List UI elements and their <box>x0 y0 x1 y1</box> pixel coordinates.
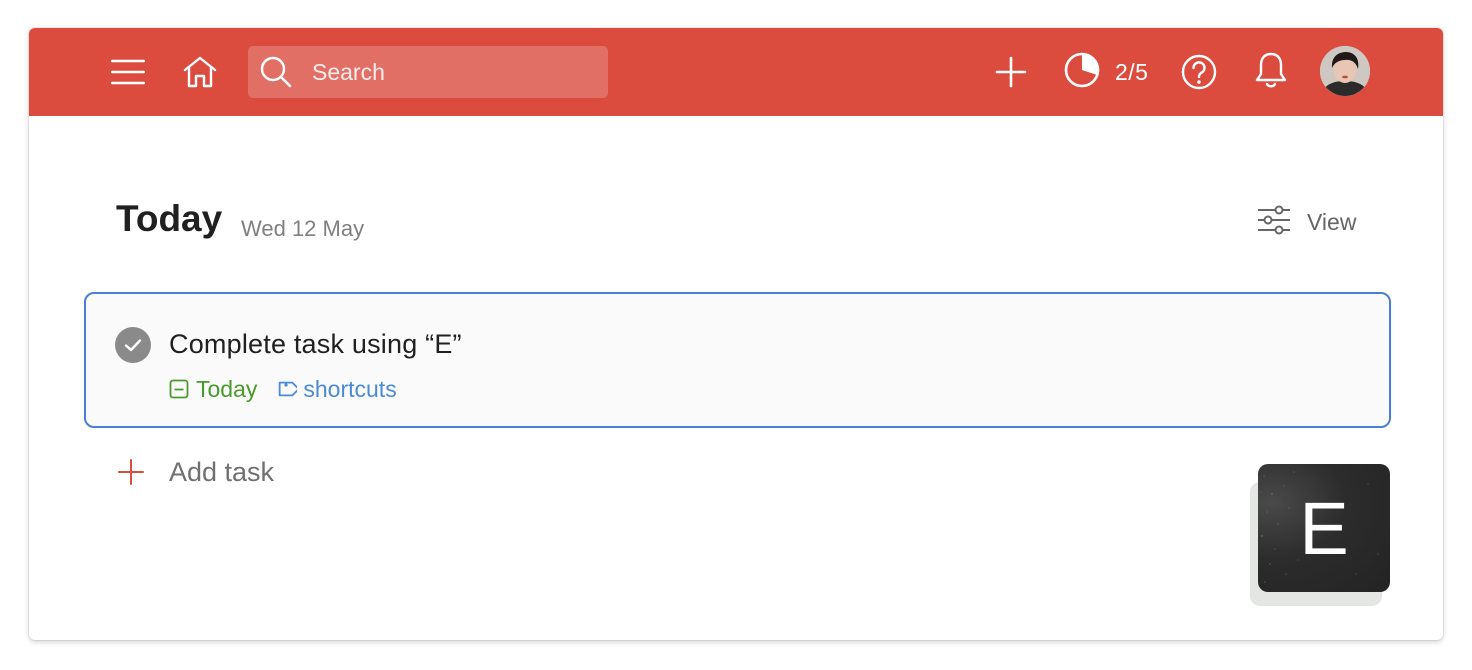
app-window: 2/5 Today Wed 12 May <box>29 28 1443 640</box>
add-task-quick-button[interactable] <box>991 52 1031 92</box>
hamburger-menu-icon[interactable] <box>109 54 147 90</box>
task-meta: Today shortcuts <box>169 374 397 404</box>
page-title: Today <box>116 198 223 239</box>
productivity-button[interactable]: 2/5 <box>1063 50 1148 94</box>
keyboard-shortcut-keycap: E <box>1258 464 1390 592</box>
productivity-pie-icon <box>1063 51 1101 94</box>
checkmark-icon <box>124 339 142 352</box>
user-avatar[interactable] <box>1320 46 1370 96</box>
search-bar[interactable] <box>248 46 608 98</box>
view-options-button[interactable]: View <box>1257 202 1356 242</box>
add-task-button[interactable]: Add task <box>117 452 274 492</box>
productivity-progress: 2/5 <box>1115 58 1149 85</box>
sliders-icon <box>1257 205 1291 240</box>
home-icon[interactable] <box>179 52 221 92</box>
task-checkbox[interactable] <box>115 327 151 363</box>
add-task-label: Add task <box>169 456 275 487</box>
tag-icon <box>279 381 298 397</box>
bell-icon[interactable] <box>1251 48 1291 92</box>
search-icon <box>258 54 294 90</box>
task-due-label: Today <box>196 375 258 402</box>
task-label-name: shortcuts <box>303 375 397 402</box>
task-item[interactable]: Complete task using “E” Today shortcuts <box>84 292 1391 428</box>
keycap-letter: E <box>1299 486 1349 570</box>
page-date: Wed 12 May <box>241 216 365 241</box>
search-input[interactable] <box>312 58 592 86</box>
task-due-date[interactable]: Today <box>169 376 257 403</box>
help-icon[interactable] <box>1179 50 1219 94</box>
task-title[interactable]: Complete task using “E” <box>169 329 462 360</box>
calendar-icon <box>169 379 189 399</box>
plus-icon <box>118 459 144 485</box>
view-label: View <box>1307 208 1357 235</box>
plus-icon <box>995 56 1027 88</box>
top-bar: 2/5 <box>29 28 1443 116</box>
task-label[interactable]: shortcuts <box>275 375 397 403</box>
